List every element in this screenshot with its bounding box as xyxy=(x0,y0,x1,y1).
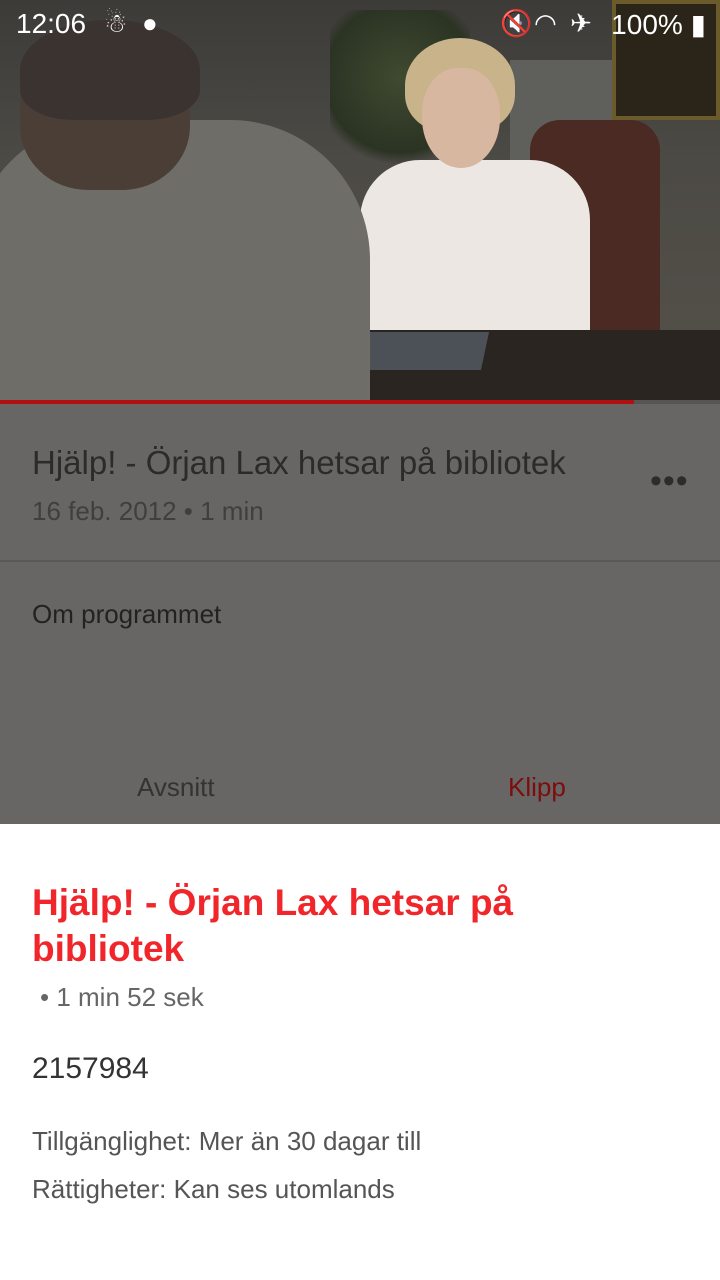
battery-icon: ▮ xyxy=(690,9,706,40)
status-time: 12:06 xyxy=(16,8,87,39)
program-title: Hjälp! - Örjan Lax hetsar på bibliotek xyxy=(32,444,566,481)
clip-title: Hjälp! - Örjan Lax hetsar på bibliotek xyxy=(32,882,514,969)
program-meta: 16 feb. 2012 • 1 min xyxy=(32,496,264,526)
about-program-link[interactable]: Om programmet xyxy=(32,599,221,630)
status-bar: 12:06 ☃ ● 🔇 ◠ ✈ 100% ▮ xyxy=(0,0,720,48)
divider xyxy=(0,560,720,562)
notification-icon: ☃ xyxy=(104,8,128,38)
airplane-icon: ✈ xyxy=(570,8,592,38)
tab-clips[interactable]: Klipp xyxy=(508,772,566,803)
app-icon: ● xyxy=(142,8,158,38)
clip-duration: • 1 min 52 sek xyxy=(40,982,204,1012)
clip-id: 2157984 xyxy=(32,1052,149,1085)
battery-level: 100% ▮ xyxy=(611,9,706,40)
more-options-icon[interactable]: ••• xyxy=(650,462,689,501)
mute-icon: 🔇 xyxy=(500,8,533,38)
clip-availability: Tillgänglighet: Mer än 30 dagar till xyxy=(32,1126,422,1156)
video-player[interactable] xyxy=(0,0,720,402)
tab-episodes[interactable]: Avsnitt xyxy=(137,772,215,803)
wifi-icon: ◠ xyxy=(534,8,557,38)
clip-rights: Rättigheter: Kan ses utomlands xyxy=(32,1174,395,1204)
video-woman-face xyxy=(422,68,500,168)
video-woman-body xyxy=(360,160,590,350)
